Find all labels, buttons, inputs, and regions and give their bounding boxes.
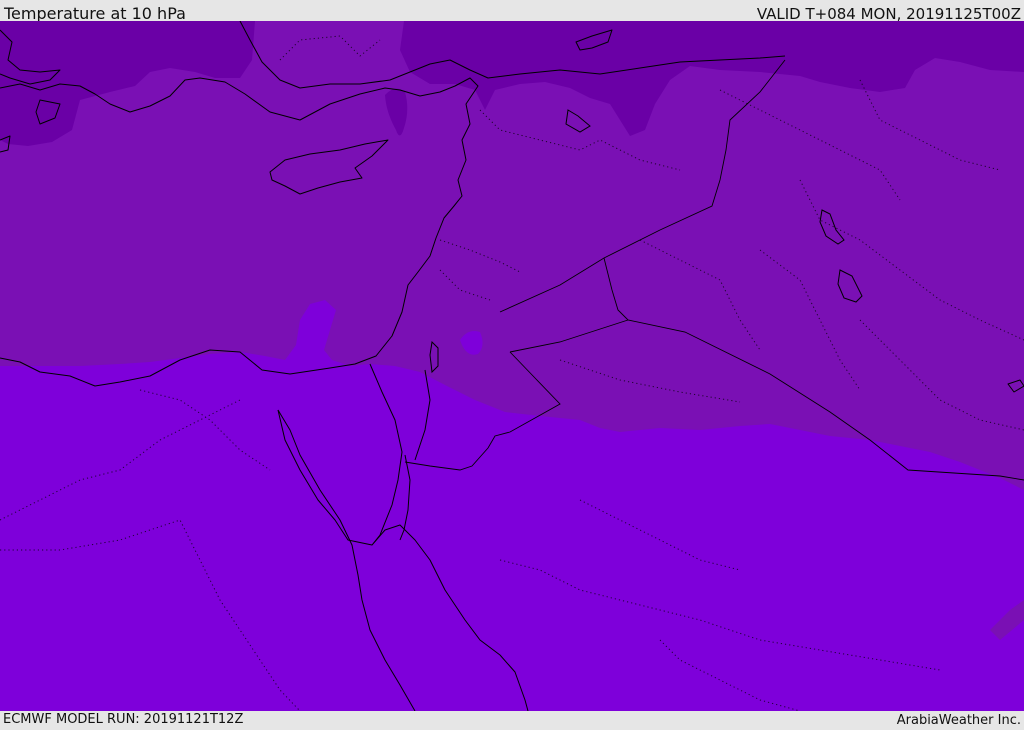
footer-bar: ECMWF MODEL RUN: 20191121T12Z ArabiaWeat… [0,711,1024,729]
temperature-map[interactable] [0,21,1024,711]
credit-label: ArabiaWeather Inc. [896,713,1021,728]
model-run-label: ECMWF MODEL RUN: 20191121T12Z [3,712,244,727]
map-canvas [0,21,1024,711]
header-bar: Temperature at 10 hPa VALID T+084 MON, 2… [0,0,1024,23]
